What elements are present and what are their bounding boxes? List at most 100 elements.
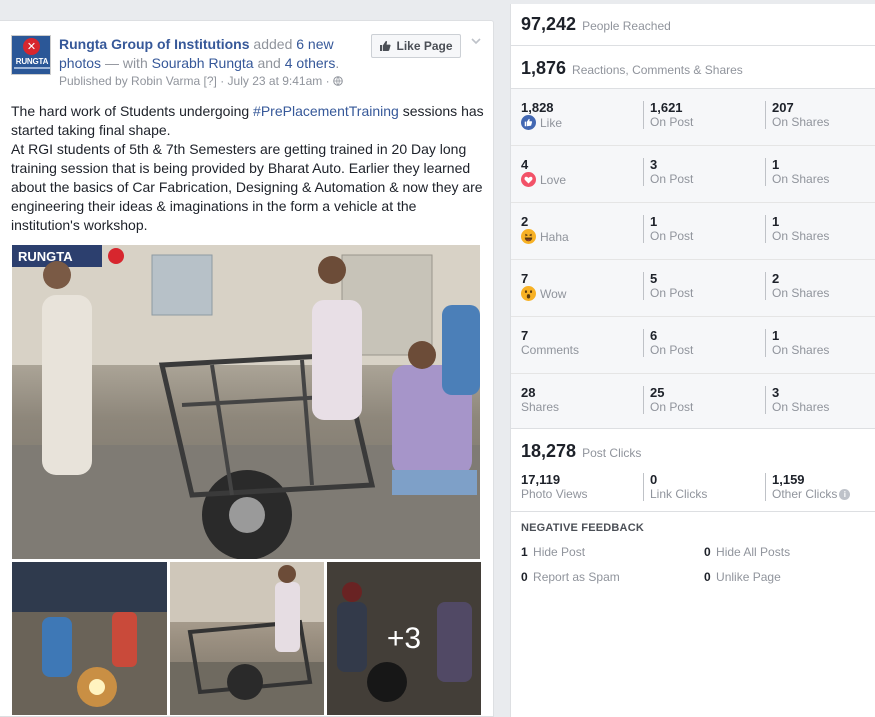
with-text: — with [104,55,148,71]
insights-panel: 97,242 People Reached 1,876 Reactions, C… [510,4,875,717]
report-spam-value: 0 [521,570,528,584]
hide-post-label: Hide Post [533,545,586,559]
love-on-post: 3 [650,157,658,172]
reaction-row-wow: 7 Wow 5 On Post 2 On Shares [511,260,875,317]
people-reached-label: People Reached [582,19,671,33]
reaction-total-cell: 1,828 Like [521,101,562,130]
wow-label: Wow [540,286,567,301]
on-post-label: On Post [650,400,694,414]
hashtag-link[interactable]: #PrePlacementTraining [253,103,399,119]
like-icon [521,115,536,130]
reaction-row-like: 1,828 Like 1,621 On Post 207 On Shares [511,89,875,146]
more-photos-overlay[interactable]: +3 [327,562,481,715]
workshop-scene-illustration: RUNGTA [12,245,480,559]
on-post-label: On Post [650,343,694,357]
love-total: 4 [521,157,529,172]
rungta-logo-icon: ✕ [23,38,40,55]
like-on-post: 1,621 [650,100,683,115]
haha-on-post: 1 [650,214,658,229]
on-post-cell: 6 On Post [643,329,693,357]
haha-icon [521,229,536,244]
shares-label: Shares [521,400,560,414]
unlike-page-value: 0 [704,570,711,584]
hide-all-posts-value: 0 [704,545,711,559]
report-spam-label: Report as Spam [533,570,620,584]
link-clicks-value: 0 [650,472,658,487]
on-shares-label: On Shares [772,400,830,414]
engagement-row: 1,876 Reactions, Comments & Shares [521,58,743,79]
shares-on-shares: 3 [772,385,780,400]
reaction-row-comments: 7 Comments 6 On Post 1 On Shares [511,317,875,374]
on-post-label: On Post [650,172,694,186]
love-label: Love [540,172,567,187]
header-period: . [335,55,340,71]
page-name-link[interactable]: Rungta Group of Institutions [59,36,250,52]
photo-views-cell: 17,119 Photo Views [521,472,588,502]
other-clicks-cell: 1,159 Other Clicks i [765,472,851,501]
people-reached-value: 97,242 [521,14,577,34]
reaction-total-cell: 7 Comments [521,328,580,358]
on-post-label: On Post [650,286,694,300]
reaction-row-love: 4 Love 3 On Post 1 On Shares [511,146,875,203]
on-shares-cell: 3 On Shares [765,386,829,414]
love-on-shares: 1 [772,157,780,172]
post-meta: Published by Robin Varma [?] · July 23 a… [59,74,343,88]
reaction-row-shares: 28 Shares 25 On Post 3 On Shares [511,374,875,431]
thumbnail-photo-1[interactable] [12,562,167,715]
on-shares-label: On Shares [772,115,830,129]
neg-hide-all-posts: 0 Hide All Posts [704,545,790,559]
link-clicks-label: Link Clicks [650,487,708,501]
published-by[interactable]: Published by Robin Varma [59,74,200,88]
on-post-cell: 1,621 On Post [643,101,693,129]
chevron-down-icon[interactable] [470,35,482,47]
divider [511,45,875,46]
like-page-button[interactable]: Like Page [371,34,461,58]
help-mark[interactable]: [?] [204,74,217,88]
reaction-total-cell: 2 Haha [521,215,569,244]
other-clicks-value: 1,159 [772,472,805,487]
comments-on-shares: 1 [772,328,780,343]
post-date[interactable]: · July 23 at 9:41am · [220,74,329,88]
divider [511,511,875,512]
post-text-line1-pre: The hard work of Students undergoing [11,103,254,119]
info-icon[interactable]: i [839,489,851,501]
thumbnail-photo-2[interactable] [170,562,324,715]
comments-label: Comments [521,343,580,357]
photo-views-value: 17,119 [521,472,561,487]
on-post-cell: 3 On Post [643,158,693,186]
shares-on-post: 25 [650,385,665,400]
wow-on-shares: 2 [772,271,780,286]
like-page-label: Like Page [396,39,453,53]
shares-total: 28 [521,385,536,400]
page-avatar[interactable]: ✕ RUNGTA [11,35,51,75]
on-shares-label: On Shares [772,172,830,186]
globe-icon [333,76,343,86]
unlike-page-label: Unlike Page [716,570,781,584]
engagement-label: Reactions, Comments & Shares [572,63,743,77]
others-link[interactable]: 4 others [285,55,336,71]
neg-report-spam: 0 Report as Spam [521,570,620,584]
on-shares-cell: 1 On Shares [765,158,829,186]
people-reached-row: 97,242 People Reached [521,14,671,35]
on-shares-cell: 1 On Shares [765,215,829,243]
thumbs-up-icon [380,40,392,51]
comments-on-post: 6 [650,328,658,343]
on-post-cell: 1 On Post [643,215,693,243]
and-text: and [257,55,281,71]
reaction-total-cell: 4 Love [521,158,566,187]
on-shares-label: On Shares [772,343,830,357]
thumbnail-photo-3-more[interactable]: +3 [327,562,481,715]
avatar-logo-text: RUNGTA [15,57,49,66]
added-text: added [253,36,293,52]
link-clicks-cell: 0 Link Clicks [643,473,707,501]
comments-total: 7 [521,328,529,343]
post-text-paragraph-1: The hard work of Students undergoing #Pr… [11,102,486,140]
hide-all-posts-label: Hide All Posts [716,545,791,559]
like-total: 1,828 [521,100,554,115]
post-clicks-value: 18,278 [521,441,577,461]
on-shares-cell: 1 On Shares [765,329,829,357]
love-icon [521,172,536,187]
tagged-person-link[interactable]: Sourabh Rungta [152,55,254,71]
main-photo[interactable]: RUNGTA [12,245,480,559]
on-post-cell: 5 On Post [643,272,693,300]
